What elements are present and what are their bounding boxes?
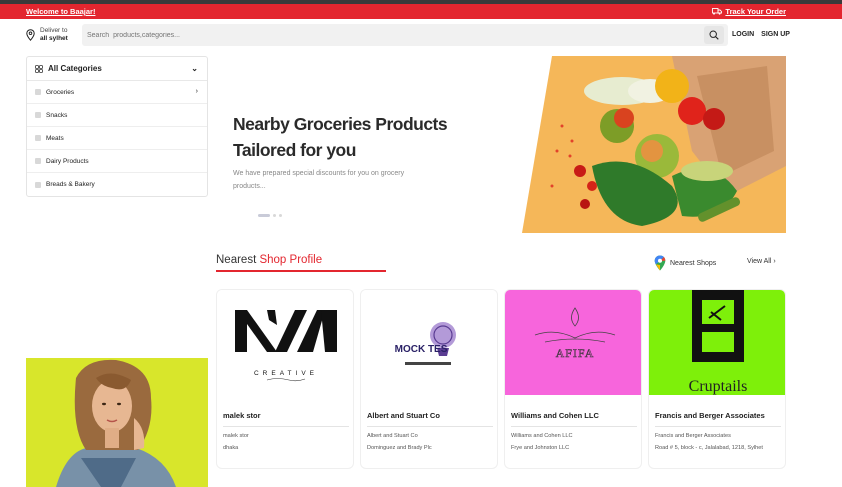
chevron-right-icon: › <box>195 88 198 95</box>
sidebar-item-label: Groceries <box>46 88 75 96</box>
shop-detail-line1: malek stor <box>223 433 249 439</box>
announcement-bar: Welcome to Baajar! Track Your Order <box>0 4 842 19</box>
hero-banner[interactable]: Nearby Groceries Products Tailored for y… <box>216 56 786 233</box>
shop-detail-line2: Road # 5, block - c, Jalalabad, 1218, Sy… <box>655 445 763 451</box>
section-underline <box>216 270 386 272</box>
signup-link[interactable]: SIGN UP <box>761 31 790 38</box>
shop-card[interactable]: MOCK TES Albert and Stuart Co Albert and… <box>360 289 498 469</box>
chevron-right-icon: › <box>773 258 776 265</box>
all-categories-toggle[interactable]: All Categories ⌄ <box>27 57 207 81</box>
meats-icon <box>35 135 41 141</box>
shop-name: Albert and Stuart Co <box>367 411 440 420</box>
cruptails-logo-text: Cruptails <box>689 378 748 395</box>
search-input[interactable] <box>82 24 702 46</box>
welcome-link[interactable]: Welcome to Baajar! <box>26 7 95 16</box>
shop-logo-cruptails: Cruptails <box>649 290 785 395</box>
shop-detail-line2: Dominguez and Brady Plc <box>367 445 432 451</box>
bread-icon <box>35 181 41 188</box>
shop-detail-line1: Francis and Berger Associates <box>655 433 731 439</box>
shop-detail-line1: Williams and Cohen LLC <box>511 433 573 439</box>
track-order-link[interactable]: Track Your Order <box>712 7 786 16</box>
shop-name: Francis and Berger Associates <box>655 411 765 420</box>
truck-icon <box>712 8 723 15</box>
carousel-dot[interactable] <box>279 214 282 217</box>
location-pin-icon <box>26 28 35 41</box>
all-categories-label: All Categories <box>48 64 102 73</box>
creative-logo-text: CREATIVE <box>254 370 318 377</box>
category-sidebar: All Categories ⌄ Groceries › Snacks Meat… <box>26 56 208 197</box>
dairy-icon <box>35 158 41 164</box>
shop-card-info: malek stor malek stor dhaka <box>217 395 353 468</box>
deliver-to-location: all sylhet <box>40 34 68 42</box>
auth-links: LOGIN SIGN UP <box>732 31 790 38</box>
nearest-shops-label: Nearest Shops <box>670 259 717 267</box>
shop-card-info: Albert and Stuart Co Albert and Stuart C… <box>361 395 497 468</box>
view-all-label: View All <box>747 258 772 265</box>
login-link[interactable]: LOGIN <box>732 31 754 38</box>
sidebar-item-label: Breads & Bakery <box>46 181 95 188</box>
promo-banner[interactable] <box>26 358 208 487</box>
carousel-dot-active[interactable] <box>258 214 270 217</box>
sidebar-item-dairy-products[interactable]: Dairy Products <box>27 150 207 173</box>
afifa-logo-text: AFIFA <box>556 346 595 360</box>
sidebar-item-meats[interactable]: Meats <box>27 127 207 150</box>
search-icon <box>709 30 719 40</box>
track-order-label: Track Your Order <box>725 7 786 16</box>
shop-logo-afifa: AFIFA <box>505 290 641 395</box>
shop-card-info: Francis and Berger Associates Francis an… <box>649 395 785 468</box>
view-all-link[interactable]: View All › <box>747 258 776 265</box>
header: Deliver to all sylhet LOGIN SIGN UP <box>0 19 842 51</box>
shop-logo-mock-test: MOCK TES <box>361 290 497 395</box>
shop-card[interactable]: Cruptails Francis and Berger Associates … <box>648 289 786 469</box>
shop-logo-creative: CREATIVE <box>217 290 353 395</box>
section-title-accent: Shop Profile <box>259 254 323 266</box>
shop-name: Williams and Cohen LLC <box>511 411 599 420</box>
card-divider <box>511 426 637 427</box>
woman-portrait-image <box>26 358 208 487</box>
search-button[interactable] <box>704 26 724 44</box>
groceries-bag-image <box>522 56 786 233</box>
grid-icon <box>35 64 43 73</box>
carousel-dots <box>258 214 282 217</box>
mock-test-logo-text: MOCK TES <box>395 344 448 355</box>
sidebar-item-label: Meats <box>46 134 64 142</box>
sidebar-item-label: Dairy Products <box>46 157 89 165</box>
shop-detail-line2: dhaka <box>223 445 239 451</box>
deliver-location[interactable]: Deliver to all sylhet <box>26 27 68 42</box>
nearest-shops-link[interactable]: Nearest Shops <box>654 255 716 271</box>
sidebar-item-breads-bakery[interactable]: Breads & Bakery <box>27 173 207 196</box>
search-bar <box>82 24 728 46</box>
card-divider <box>367 426 493 427</box>
shop-name: malek stor <box>223 411 261 420</box>
sidebar-item-label: Snacks <box>46 111 68 119</box>
sidebar-item-snacks[interactable]: Snacks <box>27 104 207 127</box>
card-divider <box>223 426 349 427</box>
shop-card[interactable]: CREATIVE malek stor malek stor dhaka <box>216 289 354 469</box>
card-divider <box>655 426 781 427</box>
deliver-to-label: Deliver to <box>40 27 68 34</box>
shop-card-info: Williams and Cohen LLC Williams and Cohe… <box>505 395 641 468</box>
hero-description: We have prepared special discounts for y… <box>233 170 405 190</box>
sidebar-item-groceries[interactable]: Groceries › <box>27 81 207 104</box>
shop-detail-line1: Albert and Stuart Co <box>367 433 418 439</box>
chevron-down-icon: ⌄ <box>191 64 198 73</box>
section-title-plain: Nearest <box>216 254 260 266</box>
shop-detail-line2: Frye and Johnston LLC <box>511 445 570 451</box>
groceries-icon <box>35 89 41 95</box>
snacks-icon <box>35 112 41 118</box>
shop-card[interactable]: AFIFA Williams and Cohen LLC Williams an… <box>504 289 642 469</box>
carousel-dot[interactable] <box>273 214 276 217</box>
hero-heading: Nearby Groceries Products Tailored for y… <box>233 114 448 160</box>
section-title: Nearest Shop Profile <box>216 254 322 266</box>
map-pin-icon <box>654 255 666 271</box>
